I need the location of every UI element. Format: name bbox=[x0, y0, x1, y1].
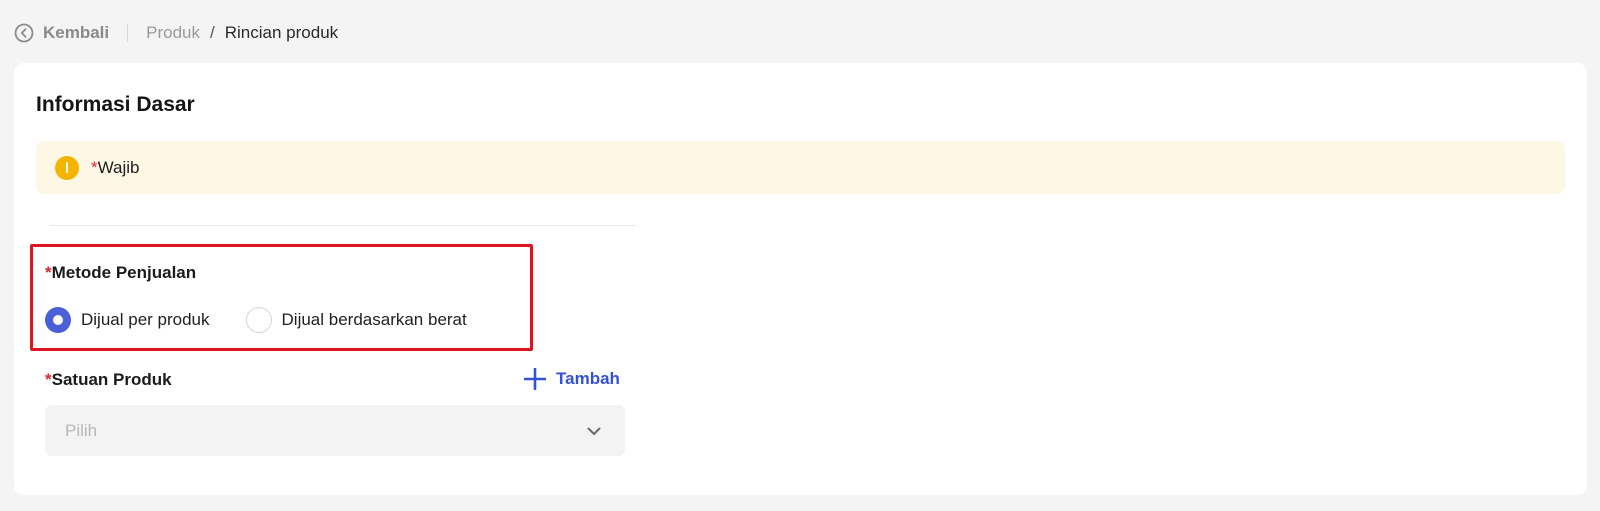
sales-method-radio-group: Dijual per produk Dijual berdasarkan ber… bbox=[45, 307, 503, 333]
required-asterisk: * bbox=[45, 263, 52, 282]
breadcrumb-current: Rincian produk bbox=[224, 23, 339, 42]
breadcrumb: Kembali Produk / Rincian produk bbox=[14, 20, 338, 46]
back-button[interactable]: Kembali bbox=[14, 23, 109, 43]
radio-label: Dijual per produk bbox=[81, 310, 210, 329]
divider bbox=[50, 225, 636, 226]
section-title: Informasi Dasar bbox=[36, 93, 195, 116]
radio-selected-icon bbox=[45, 307, 71, 333]
back-label: Kembali bbox=[43, 23, 110, 42]
breadcrumb-parent-link[interactable]: Produk bbox=[146, 23, 200, 43]
breadcrumb-separator: / bbox=[210, 23, 215, 42]
highlight-box bbox=[30, 244, 533, 351]
breadcrumb-divider bbox=[127, 24, 129, 42]
radio-unselected-icon bbox=[245, 307, 272, 333]
product-unit-label-text: Satuan Produk bbox=[51, 370, 172, 389]
required-asterisk: * bbox=[45, 370, 52, 389]
chevron-down-icon bbox=[587, 427, 601, 435]
required-notice-text: Wajib bbox=[97, 157, 140, 177]
basic-info-card: Informasi Dasar * Wajib *Metode Penjuala… bbox=[14, 63, 1587, 495]
add-unit-button[interactable]: Tambah bbox=[524, 368, 620, 390]
radio-sold-by-weight[interactable]: Dijual berdasarkan berat bbox=[245, 307, 467, 333]
sales-method-label-text: Metode Penjualan bbox=[51, 263, 197, 282]
required-notice: * Wajib bbox=[36, 141, 1565, 194]
plus-icon bbox=[524, 368, 546, 390]
back-circle-icon bbox=[14, 23, 34, 43]
product-unit-label: *Satuan Produk bbox=[45, 370, 172, 390]
select-placeholder: Pilih bbox=[65, 420, 98, 440]
sales-method-label: *Metode Penjualan bbox=[45, 263, 196, 283]
radio-sold-per-product[interactable]: Dijual per produk bbox=[45, 307, 210, 333]
info-icon bbox=[55, 155, 79, 180]
product-unit-select[interactable]: Pilih bbox=[45, 405, 625, 456]
radio-label: Dijual berdasarkan berat bbox=[281, 310, 467, 329]
required-asterisk: * bbox=[91, 157, 98, 177]
add-unit-label: Tambah bbox=[556, 369, 620, 388]
